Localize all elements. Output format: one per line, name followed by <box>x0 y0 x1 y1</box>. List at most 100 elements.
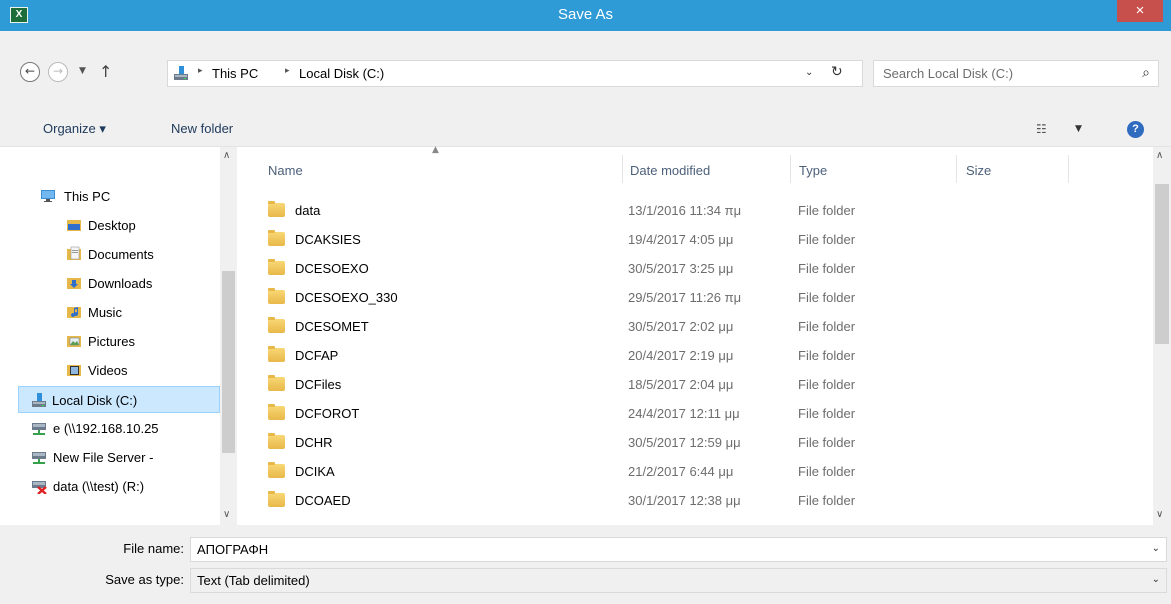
file-row[interactable]: DCFOROT 24/4/2017 12:11 μμ File folder <box>262 399 1142 428</box>
file-date: 20/4/2017 2:19 μμ <box>628 348 734 363</box>
up-button[interactable]: ↑ <box>99 62 112 81</box>
chevron-down-icon[interactable]: ⌄ <box>1152 543 1160 554</box>
drive-icon <box>174 66 188 80</box>
back-button[interactable]: ← <box>20 62 40 82</box>
file-list-scrollbar[interactable]: ∧ ∨ <box>1153 147 1171 525</box>
folder-icon <box>268 317 285 333</box>
file-row[interactable]: DCFAP 20/4/2017 2:19 μμ File folder <box>262 341 1142 370</box>
file-name-field[interactable]: ΑΠΟΓΡΑΦΗ ⌄ <box>190 537 1167 562</box>
file-name: DCAKSIES <box>295 232 361 247</box>
file-row[interactable]: DCESOEXO_330 29/5/2017 11:26 πμ File fol… <box>262 283 1142 312</box>
breadcrumb-local-disk[interactable]: Local Disk (C:) <box>299 66 384 81</box>
file-type: File folder <box>798 232 856 247</box>
tree-item-new-file-server[interactable]: New File Server - <box>18 444 218 471</box>
file-name: DCESOMET <box>295 319 369 334</box>
folder-icon <box>268 375 285 391</box>
file-date: 21/2/2017 6:44 μμ <box>628 464 734 479</box>
tree-item-pictures[interactable]: Pictures <box>18 328 218 355</box>
file-name: DCOAED <box>295 493 351 508</box>
file-name: DCHR <box>295 435 333 450</box>
file-row[interactable]: DCFiles 18/5/2017 2:04 μμ File folder <box>262 370 1142 399</box>
breadcrumb-this-pc[interactable]: This PC <box>212 66 258 81</box>
organize-button[interactable]: Organize ▾ <box>43 121 106 137</box>
scrollbar-thumb[interactable] <box>222 271 235 453</box>
navigation-scrollbar[interactable]: ∧ ∨ <box>220 147 237 525</box>
tree-item-this-pc[interactable]: This PC <box>18 183 218 210</box>
file-row[interactable]: DCHR 30/5/2017 12:59 μμ File folder <box>262 428 1142 457</box>
tree-item-documents[interactable]: Documents <box>18 241 218 268</box>
folder-icon <box>268 433 285 449</box>
new-folder-button[interactable]: New folder <box>171 121 233 136</box>
refresh-icon[interactable]: ↻ <box>831 64 843 80</box>
folder-icon <box>268 259 285 275</box>
folder-icon <box>268 288 285 304</box>
file-type: File folder <box>798 406 856 421</box>
save-type-select[interactable]: Text (Tab delimited) ⌄ <box>190 568 1167 593</box>
scrollbar-thumb[interactable] <box>1155 184 1169 344</box>
column-divider[interactable] <box>790 155 791 183</box>
recent-locations-button[interactable]: ▼ <box>79 66 86 76</box>
folder-icon <box>268 346 285 362</box>
music-icon <box>67 307 81 318</box>
view-options-icon[interactable]: ☷ <box>1036 122 1047 136</box>
search-icon[interactable]: ⌕ <box>1142 65 1150 81</box>
chevron-down-icon[interactable]: ⌄ <box>805 67 813 78</box>
file-name: DCESOEXO <box>295 261 369 276</box>
file-type: File folder <box>798 493 856 508</box>
file-type: File folder <box>798 290 856 305</box>
column-header-name[interactable]: Name <box>268 163 303 178</box>
file-row[interactable]: data 13/1/2016 11:34 πμ File folder <box>262 196 1142 225</box>
scroll-down-icon[interactable]: ∨ <box>1156 509 1163 520</box>
scroll-down-icon[interactable]: ∨ <box>223 509 230 520</box>
tree-item-music[interactable]: Music <box>18 299 218 326</box>
column-header-size[interactable]: Size <box>966 163 991 178</box>
sort-ascending-icon: ▲ <box>432 145 439 155</box>
tree-item-label: Downloads <box>88 276 153 291</box>
network-drive-icon <box>32 452 46 464</box>
file-row[interactable]: DCOAED 30/1/2017 12:38 μμ File folder <box>262 486 1142 515</box>
breadcrumb-separator-icon[interactable]: ▸ <box>198 66 203 76</box>
help-icon[interactable]: ? <box>1127 121 1144 138</box>
file-row[interactable]: DCAKSIES 19/4/2017 4:05 μμ File folder <box>262 225 1142 254</box>
tree-item-desktop[interactable]: Desktop <box>18 212 218 239</box>
tree-item-downloads[interactable]: Downloads <box>18 270 218 297</box>
column-header-date[interactable]: Date modified <box>630 163 710 178</box>
save-type-value: Text (Tab delimited) <box>197 573 310 588</box>
folder-icon <box>268 404 285 420</box>
folder-icon <box>268 201 285 217</box>
tree-item-label: New File Server - <box>53 450 154 465</box>
tree-item-videos[interactable]: Videos <box>18 357 218 384</box>
folder-icon <box>268 491 285 507</box>
file-type: File folder <box>798 319 856 334</box>
address-bar[interactable]: ▸ This PC ▸ Local Disk (C:) ⌄ ↻ <box>167 60 863 87</box>
column-divider[interactable] <box>956 155 957 183</box>
column-header-type[interactable]: Type <box>799 163 827 178</box>
tree-item-label: Music <box>88 305 122 320</box>
view-dropdown-icon[interactable]: ▼ <box>1075 124 1082 134</box>
breadcrumb-separator-icon[interactable]: ▸ <box>285 66 290 76</box>
chevron-down-icon[interactable]: ⌄ <box>1152 574 1160 585</box>
tree-item-data-test[interactable]: data (\\test) (R:) <box>18 473 218 500</box>
file-name: DCFiles <box>295 377 342 392</box>
forward-button[interactable]: → <box>48 62 68 82</box>
pc-icon <box>41 190 55 202</box>
column-divider[interactable] <box>622 155 623 183</box>
file-name: DCIKA <box>295 464 335 479</box>
scroll-up-icon[interactable]: ∧ <box>1156 150 1163 161</box>
search-input[interactable]: Search Local Disk (C:) ⌕ <box>873 60 1159 87</box>
tree-item-label: data (\\test) (R:) <box>53 479 145 494</box>
file-row[interactable]: DCIKA 21/2/2017 6:44 μμ File folder <box>262 457 1142 486</box>
scroll-up-icon[interactable]: ∧ <box>223 150 230 161</box>
command-bar: Organize ▾ New folder ☷ ▼ ? <box>0 112 1171 147</box>
file-date: 30/5/2017 12:59 μμ <box>628 435 741 450</box>
tree-item-local-disk[interactable]: Local Disk (C:) <box>18 386 220 413</box>
file-type: File folder <box>798 464 856 479</box>
pictures-icon <box>67 336 81 347</box>
close-button[interactable]: × <box>1117 0 1163 22</box>
file-row[interactable]: DCESOEXO 30/5/2017 3:25 μμ File folder <box>262 254 1142 283</box>
column-divider[interactable] <box>1068 155 1069 183</box>
file-row[interactable]: DCESOMET 30/5/2017 2:02 μμ File folder <box>262 312 1142 341</box>
file-type: File folder <box>798 377 856 392</box>
tree-item-label: This PC <box>64 189 111 204</box>
tree-item-network-e[interactable]: e (\\192.168.10.25 <box>18 415 218 442</box>
